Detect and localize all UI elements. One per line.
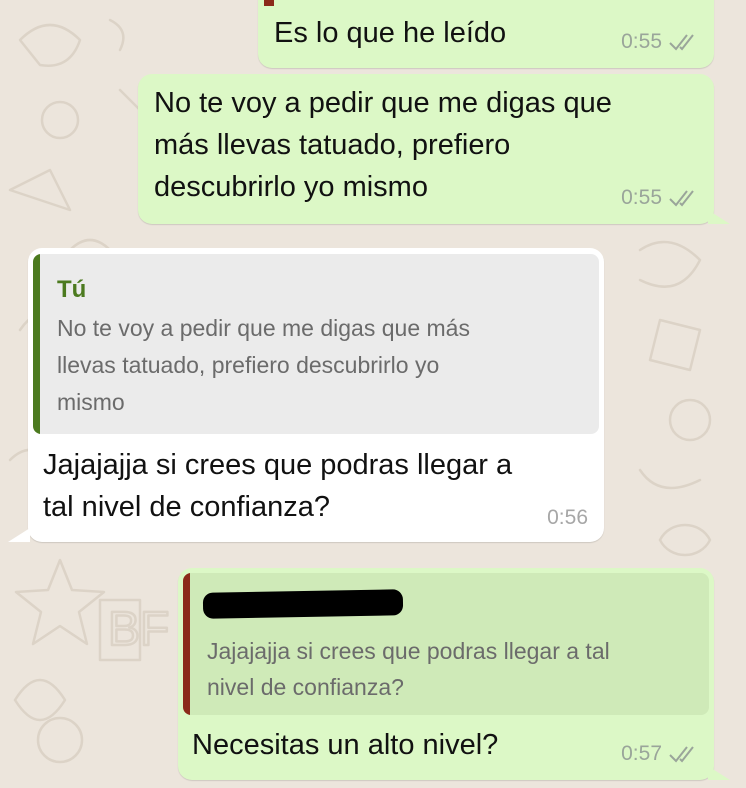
bubble-edge-mark xyxy=(264,0,274,6)
message-text: Necesitas un alto nivel? xyxy=(192,729,499,761)
message-text: Es lo que he leído xyxy=(274,17,507,49)
message-time: 0:56 xyxy=(547,506,588,530)
message-time: 0:55 xyxy=(621,186,700,210)
double-check-icon xyxy=(669,746,694,763)
message-text-line: Jajajajja si crees que podras llegar a xyxy=(43,449,513,481)
reply-quote-bar xyxy=(183,573,190,715)
timestamp: 0:56 xyxy=(547,506,588,529)
double-check-icon xyxy=(669,34,694,51)
message-bubble-incoming[interactable]: Tú No te voy a pedir que me digas que má… xyxy=(28,248,604,542)
message-text-line: descubrirlo yo mismo xyxy=(154,171,428,203)
reply-text-line: No te voy a pedir que me digas que más xyxy=(57,315,470,341)
reply-author: Tú xyxy=(57,276,87,303)
bubble-tail xyxy=(708,766,730,780)
reply-text-line: mismo xyxy=(57,389,125,415)
reply-text-line: llevas tatuado, prefiero descubrirlo yo xyxy=(57,352,440,378)
message-bubble-outgoing[interactable]: Es lo que he leído 0:55 xyxy=(258,0,714,68)
message-text-line: No te voy a pedir que me digas que xyxy=(154,87,612,119)
message-bubble-outgoing[interactable]: No te voy a pedir que me digas que más l… xyxy=(138,74,714,224)
message-text-line: más llevas tatuado, prefiero xyxy=(154,129,511,161)
reply-quote[interactable]: Tú No te voy a pedir que me digas que má… xyxy=(33,254,599,434)
reply-quote[interactable]: Jajajajja si crees que podras llegar a t… xyxy=(183,573,709,715)
bubble-tail xyxy=(8,528,30,542)
reply-quote-bar xyxy=(33,254,40,434)
message-bubble-outgoing[interactable]: Jajajajja si crees que podras llegar a t… xyxy=(178,568,714,780)
reply-text-line: Jajajajja si crees que podras llegar a t… xyxy=(207,638,610,664)
redacted-author-name xyxy=(202,589,404,619)
timestamp: 0:57 xyxy=(621,742,662,765)
bubble-tail xyxy=(708,210,730,224)
message-time: 0:55 xyxy=(621,30,700,54)
message-time: 0:57 xyxy=(621,742,700,766)
svg-text:BF: BF xyxy=(108,603,169,656)
message-text-line: tal nivel de confianza? xyxy=(43,491,330,523)
double-check-icon xyxy=(669,190,694,207)
timestamp: 0:55 xyxy=(621,30,662,53)
reply-text-line: nivel de confianza? xyxy=(207,674,404,700)
timestamp: 0:55 xyxy=(621,186,662,209)
